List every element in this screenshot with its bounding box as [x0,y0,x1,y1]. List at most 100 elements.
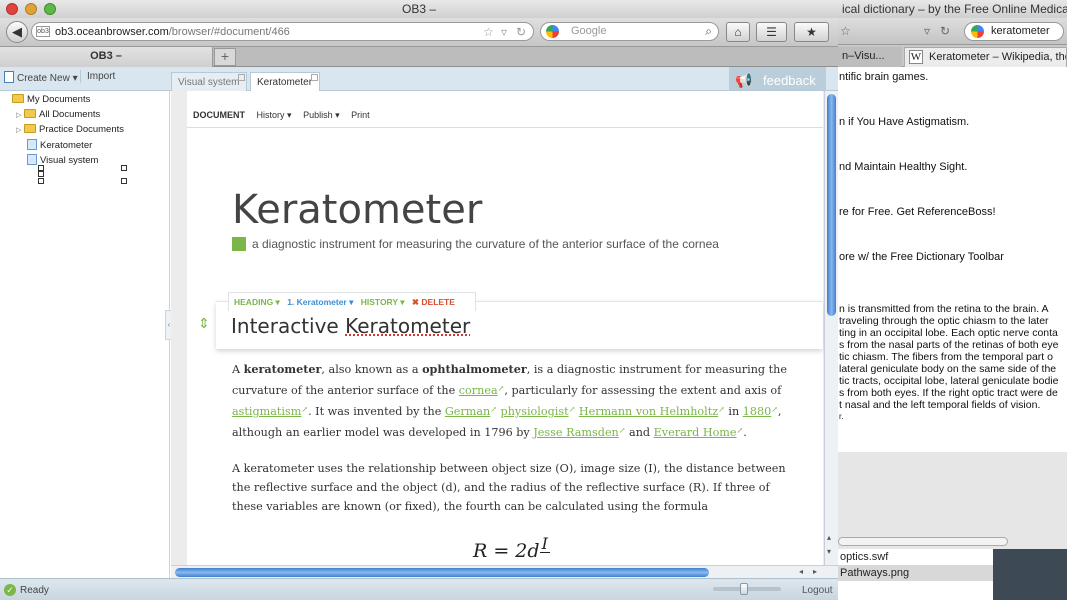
link-cornea[interactable]: cornea [459,384,498,397]
scroll-down-arrow-icon[interactable]: ▾ [827,547,831,556]
minimize-window-button[interactable] [25,3,37,15]
import-button[interactable]: Import [80,70,121,83]
delete-section-button[interactable]: ✖ DELETE [412,297,455,307]
resize-handle[interactable] [121,178,127,184]
background-tab-visual[interactable]: n–Visu... [838,47,902,67]
document-tree-sidebar: My Documents ▷ All Documents ▷ Practice Do… [0,91,170,578]
zoom-window-button[interactable] [44,3,56,15]
history-dropdown-icon[interactable]: ▿ [501,25,507,39]
vertical-scroll-thumb[interactable] [827,94,836,316]
external-link-icon: ↗ [718,405,725,414]
drag-handle-icon[interactable]: ⇕ [198,316,210,330]
ad-line[interactable]: ore w/ the Free Dictionary Toolbar [839,251,1004,263]
new-tab-button[interactable]: + [214,48,236,66]
back-arrow-icon: ◀ [12,24,22,39]
document-menu-item[interactable]: DOCUMENT [193,110,245,120]
tree-label: Visual system [40,155,99,166]
status-ready: ✓ Ready [4,584,49,596]
text: and [625,426,654,439]
scroll-up-arrow-icon[interactable]: ▴ [827,533,831,542]
text: A [232,363,244,376]
tab-keratometer[interactable]: Keratometer [250,72,320,91]
search-icon[interactable]: ⌕ [705,24,712,39]
close-window-button[interactable] [6,3,18,15]
link-everard-home[interactable]: Everard Home [654,426,737,439]
horizontal-scrollbar[interactable]: ◂ ▸ [171,565,838,578]
bookmark-star-icon[interactable]: ☆ [840,24,851,38]
feedback-button[interactable]: 📢 feedback [729,67,826,94]
status-bar: ✓ Ready Logout [0,578,838,600]
create-new-button[interactable]: Create New ▾ [4,71,78,84]
document-title[interactable]: Keratometer [232,187,482,233]
zoom-slider-knob[interactable] [740,583,748,595]
section-history-menu[interactable]: HISTORY ▾ [361,297,405,307]
tree-item-keratometer[interactable]: Keratometer [27,139,92,154]
wikipedia-icon: W [909,50,923,64]
tree-label: Keratometer [40,140,93,151]
link-jesse-ramsden[interactable]: Jesse Ramsden [533,426,618,439]
scroll-right-arrow-icon[interactable]: ▸ [813,567,817,576]
background-search-input[interactable]: keratometer [964,22,1064,41]
ad-line[interactable]: re for Free. Get ReferenceBoss! [839,206,996,218]
create-new-label: Create New ▾ [17,73,78,84]
paragraph[interactable]: A keratometer, also known as a ophthalmo… [232,360,792,442]
zoom-slider[interactable] [713,583,781,595]
formula-lhs: R = 2d [473,540,540,562]
ad-line[interactable]: n if You Have Astigmatism. [839,116,969,128]
link-physiologist[interactable]: physiologist [501,405,569,418]
expand-icon[interactable]: ▷ [16,126,24,134]
resize-handle[interactable] [38,178,44,184]
home-button[interactable]: ⌂ [726,22,750,42]
resize-handle[interactable] [121,165,127,171]
bookmarks-button[interactable]: ☰ [756,22,787,42]
background-tab-wikipedia[interactable]: W Keratometer – Wikipedia, the [904,47,1067,67]
bookmarks-icon: ☰ [766,25,777,39]
status-text: Ready [20,585,49,596]
text: . It was invented by the [308,405,445,418]
tree-label: My Documents [27,94,91,105]
print-button[interactable]: Print [351,110,370,120]
search-input[interactable]: Google ⌕ [540,22,719,41]
file-item[interactable]: optics.swf [838,549,993,565]
document-subtitle[interactable]: a diagnostic instrument for measuring th… [232,237,719,251]
link-helmholtz[interactable]: Hermann von Helmholtz [579,405,718,418]
close-tab-icon[interactable] [238,74,245,81]
expand-icon[interactable]: ▷ [16,111,24,119]
heading-type-menu[interactable]: HEADING ▾ [234,297,280,307]
ad-line[interactable]: ntific brain games. [839,71,928,83]
formula[interactable]: R = 2d I [473,536,550,562]
close-tab-icon[interactable] [311,74,318,81]
section-number-menu[interactable]: 1. Keratometer ▾ [287,297,353,307]
history-menu[interactable]: History ▾ [257,110,292,120]
logout-button[interactable]: Logout [802,585,833,596]
bookmark-star-icon[interactable]: ☆ [483,25,494,39]
section-heading[interactable]: Interactive Keratometer [231,314,470,338]
vertical-scrollbar[interactable]: ▴ ▾ [824,91,838,565]
tab-visual-system[interactable]: Visual system [171,72,247,91]
ad-line[interactable]: nd Maintain Healthy Sight. [839,161,967,173]
tree-item-all-documents[interactable]: ▷ All Documents [16,109,100,124]
paragraph-line: s from both eyes. If the right optic tra… [839,387,1058,399]
reload-icon[interactable]: ↻ [516,25,526,39]
resize-handle[interactable] [38,171,44,177]
horizontal-scroll-thumb[interactable] [175,568,709,577]
file-item[interactable]: Pathways.png [838,565,993,581]
color-tag-icon[interactable] [232,237,246,251]
addon-button[interactable]: ★ [794,22,829,42]
paragraph-line: r. [839,412,844,421]
address-bar[interactable]: ob3 ob3.oceanbrowser.com/browser/#docume… [31,22,534,41]
background-browser-window: ical dictionary – by the Free Online Med… [838,0,1067,600]
paragraph[interactable]: A keratometer uses the relationship betw… [232,459,792,516]
tab-ob3[interactable]: OB3 – [0,47,213,67]
publish-menu[interactable]: Publish ▾ [303,110,340,120]
background-horizontal-scrollbar[interactable] [838,537,1008,546]
dropdown-icon[interactable]: ▿ [924,24,930,38]
reload-icon[interactable]: ↻ [940,24,950,38]
link-german[interactable]: German [445,405,490,418]
link-astigmatism[interactable]: astigmatism [232,405,301,418]
scroll-left-arrow-icon[interactable]: ◂ [799,567,803,576]
tree-item-my-documents[interactable]: My Documents [12,94,90,109]
tree-item-practice-documents[interactable]: ▷ Practice Documents [16,124,124,139]
back-button[interactable]: ◀ [6,21,28,43]
link-1880[interactable]: 1880 [743,405,771,418]
